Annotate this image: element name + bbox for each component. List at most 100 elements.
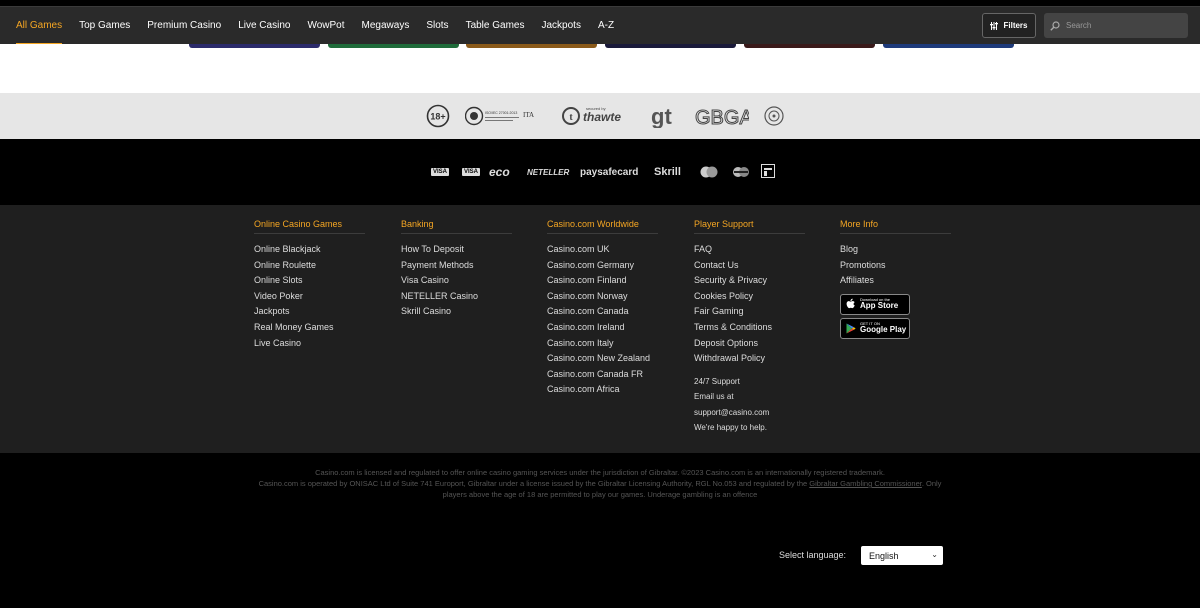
nav-tab-slots[interactable]: Slots [426, 7, 448, 45]
support-info: 24/7 Support Email us at support@casino.… [694, 374, 805, 436]
footer-column-banking: Banking How To Deposit Payment Methods V… [401, 219, 512, 320]
google-play-icon [846, 323, 856, 334]
gbga-logo: GBGA [695, 104, 749, 129]
legal-line-2: Casino.com is operated by ONISAC Ltd of … [250, 478, 950, 500]
footer-link[interactable]: Online Roulette [254, 258, 365, 274]
column-title: Banking [401, 219, 512, 234]
app-store-button[interactable]: Download on the App Store [840, 293, 910, 315]
footer-link[interactable]: Cookies Policy [694, 289, 805, 305]
gt-logo: gt [651, 104, 679, 128]
footer-link[interactable]: Online Slots [254, 273, 365, 289]
iso-certification-logo: ISO/IEC 27001:2013 ITA [465, 104, 543, 128]
select-language-label: Select language: [779, 550, 847, 560]
game-thumbnail[interactable] [744, 44, 875, 48]
game-thumbnail[interactable] [328, 44, 459, 48]
footer-link[interactable]: Contact Us [694, 258, 805, 274]
game-thumbnail[interactable] [605, 44, 736, 48]
footer-link[interactable]: Promotions [840, 258, 951, 274]
email-us-text: Email us at [694, 392, 734, 402]
certification-band: 18+ ISO/IEC 27001:2013 ITA t thawte secu… [0, 93, 1200, 139]
footer-link[interactable]: Casino.com Ireland [547, 320, 658, 336]
footer-link[interactable]: Casino.com Canada [547, 304, 658, 320]
svg-text:secured by: secured by [586, 106, 606, 111]
svg-text:GBGA: GBGA [695, 107, 749, 128]
footer-link[interactable]: Casino.com Finland [547, 273, 658, 289]
column-title: Casino.com Worldwide [547, 219, 658, 234]
google-play-button[interactable]: GET IT ON Google Play [840, 317, 910, 339]
footer-column-player-support: Player Support FAQ Contact Us Security &… [694, 219, 805, 436]
footer-link[interactable]: Casino.com Norway [547, 289, 658, 305]
footer-column-worldwide: Casino.com Worldwide Casino.com UK Casin… [547, 219, 658, 398]
nav-tab-all-games[interactable]: All Games [16, 7, 63, 45]
happy-to-help-text: We're happy to help. [694, 423, 767, 433]
nav-tab-megaways[interactable]: Megaways [362, 7, 410, 45]
apple-icon [846, 298, 855, 309]
footer-link[interactable]: Skrill Casino [401, 304, 512, 320]
footer-link[interactable]: Casino.com New Zealand [547, 351, 658, 367]
skrill-icon: Skrill [654, 166, 681, 178]
app-store-big-text: App Store [860, 301, 899, 311]
footer-link[interactable]: How To Deposit [401, 242, 512, 258]
footer-link[interactable]: Live Casino [254, 336, 365, 352]
thawte-secured-logo: t thawte secured by [562, 104, 638, 128]
footer-link[interactable]: Blog [840, 242, 951, 258]
nav-tab-live-casino[interactable]: Live Casino [238, 7, 290, 45]
footer-link[interactable]: Real Money Games [254, 320, 365, 336]
legal-line-2-text: Casino.com is operated by ONISAC Ltd of … [258, 479, 810, 488]
footer-link[interactable]: Affiliates [840, 273, 951, 289]
visa-icon: VISA [462, 168, 481, 176]
crest-seal-icon [763, 104, 785, 128]
footer-link[interactable]: Visa Casino [401, 273, 512, 289]
footer-link[interactable]: Casino.com Germany [547, 258, 658, 274]
footer-link[interactable]: Fair Gaming [694, 304, 805, 320]
google-play-big-text: Google Play [860, 325, 907, 335]
footer-link[interactable]: NETELLER Casino [401, 289, 512, 305]
filter-sliders-icon [990, 21, 999, 30]
footer-link[interactable]: Withdrawal Policy [694, 351, 805, 367]
footer-link[interactable]: Casino.com Italy [547, 336, 658, 352]
footer-links-band: Online Casino Games Online Blackjack Onl… [0, 205, 1200, 453]
payment-methods-band: VISA VISA eco NETELLER paysafecard Skril… [0, 139, 1200, 205]
footer-link[interactable]: Casino.com UK [547, 242, 658, 258]
footer-link[interactable]: Casino.com Canada FR [547, 367, 658, 383]
gambling-commissioner-link[interactable]: Gibraltar Gambling Commissioner [809, 479, 922, 488]
legal-line-1: Casino.com is licensed and regulated to … [315, 468, 885, 477]
footer-link[interactable]: Jackpots [254, 304, 365, 320]
footer-link[interactable]: Payment Methods [401, 258, 512, 274]
game-thumbnail[interactable] [189, 44, 320, 48]
footer-link[interactable]: Casino.com Africa [547, 382, 658, 398]
nav-tab-premium-casino[interactable]: Premium Casino [147, 7, 221, 45]
game-thumbnail[interactable] [466, 44, 597, 48]
nav-tab-table-games[interactable]: Table Games [466, 7, 525, 45]
svg-text:ITA: ITA [523, 111, 534, 119]
footer-link[interactable]: Deposit Options [694, 336, 805, 352]
search-input[interactable] [1066, 21, 1176, 30]
footer-link[interactable]: FAQ [694, 242, 805, 258]
nav-tab-jackpots[interactable]: Jackpots [541, 7, 580, 45]
nav-tab-top-games[interactable]: Top Games [79, 7, 130, 45]
visa-card-icon: VISA [431, 168, 450, 176]
filters-button[interactable]: Filters [982, 13, 1036, 38]
svg-text:t: t [569, 112, 573, 123]
language-selected-value: English [869, 550, 899, 561]
nav-tab-wowpot[interactable]: WowPot [307, 7, 344, 45]
search-box [1044, 13, 1188, 38]
svg-text:ISO/IEC 27001:2013: ISO/IEC 27001:2013 [485, 111, 517, 115]
ecopayz-icon: eco [489, 165, 510, 179]
footer-column-more-info: More Info Blog Promotions Affiliates Dow… [840, 219, 951, 339]
column-title: More Info [840, 219, 951, 234]
nav-tab-a-z[interactable]: A-Z [598, 7, 614, 45]
support-email-link[interactable]: support@casino.com [694, 405, 805, 421]
game-thumbnail[interactable] [883, 44, 1014, 48]
language-select[interactable]: English ⌄ [861, 546, 943, 565]
footer-link[interactable]: Terms & Conditions [694, 320, 805, 336]
mastercard-icon [699, 166, 719, 178]
footer-link[interactable]: Online Blackjack [254, 242, 365, 258]
footer-link[interactable]: Security & Privacy [694, 273, 805, 289]
game-thumbnails-strip [0, 44, 1200, 93]
column-title: Online Casino Games [254, 219, 365, 234]
footer-link[interactable]: Video Poker [254, 289, 365, 305]
game-category-nav: All Games Top Games Premium Casino Live … [16, 7, 631, 45]
support-hours-text: 24/7 Support [694, 376, 740, 386]
svg-text:18+: 18+ [430, 112, 445, 122]
